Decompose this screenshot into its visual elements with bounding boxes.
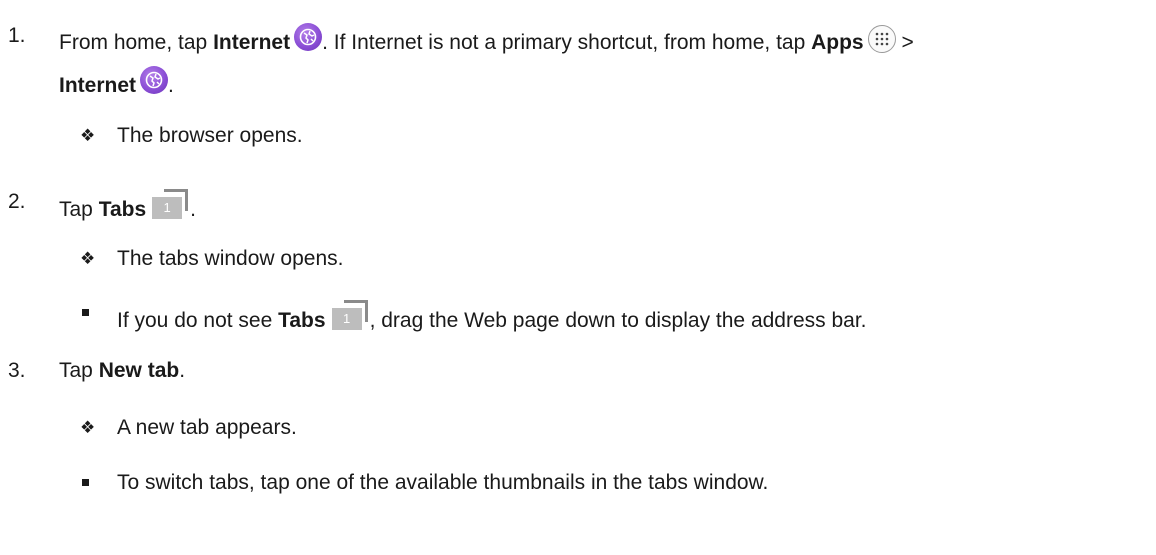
- diamond-bullet-icon: ❖: [80, 418, 96, 437]
- step-number: 3.: [8, 359, 26, 382]
- internet-icon: [140, 66, 169, 94]
- new-tab-label: New tab: [98, 359, 180, 382]
- tabs-icon: 1: [152, 189, 190, 219]
- internet-icon: [294, 23, 323, 51]
- internet-label: Internet: [213, 31, 291, 54]
- square-bullet-icon: [82, 479, 89, 486]
- step-text: Tap Tabs 1.: [59, 189, 196, 223]
- tabs-icon: 1: [331, 300, 370, 330]
- diamond-bullet-icon: ❖: [80, 126, 96, 145]
- step-number: 2.: [8, 190, 26, 213]
- diamond-bullet-icon: ❖: [80, 249, 96, 268]
- apps-icon: [867, 25, 896, 53]
- step-text: Tap New tab.: [59, 359, 186, 382]
- tabs-label: Tabs: [98, 198, 147, 221]
- tab-count: 1: [152, 197, 183, 219]
- step-text: From home, tap Internet. If Internet is …: [59, 23, 914, 56]
- tabs-label: Tabs: [278, 309, 326, 332]
- tab-count: 1: [331, 308, 362, 330]
- step-text: Internet.: [59, 66, 174, 99]
- internet-label: Internet: [59, 74, 137, 97]
- apps-label: Apps: [811, 31, 864, 54]
- square-bullet-icon: [82, 309, 89, 316]
- step-number: 1.: [8, 24, 26, 47]
